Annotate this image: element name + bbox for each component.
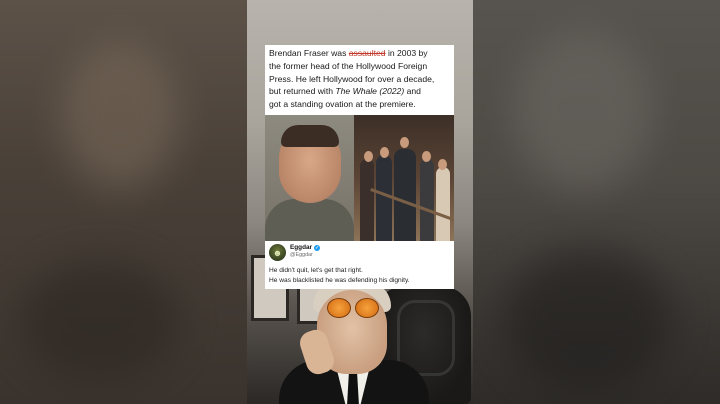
blurred-background-right xyxy=(473,0,720,404)
audience-head xyxy=(364,151,373,162)
tweet-author[interactable]: Eggdar ✓ xyxy=(290,244,321,251)
author-name[interactable]: Eggdar xyxy=(290,244,312,251)
audience-figure xyxy=(436,167,450,241)
audience-head xyxy=(380,147,389,158)
article-line: got a standing ovation at the premiere. xyxy=(269,99,416,110)
blurred-background-left xyxy=(0,0,247,404)
article-line: Press. He left Hollywood for over a deca… xyxy=(269,73,435,84)
audience-head xyxy=(422,151,431,162)
avatar[interactable]: ☻ xyxy=(269,244,286,261)
article-card: Brendan Fraser was assaulted in 2003 by … xyxy=(265,45,454,115)
article-text: Brendan Fraser was xyxy=(269,48,349,58)
article-text: in 2003 by xyxy=(385,48,428,58)
photo-hair xyxy=(281,125,339,147)
sunglasses-lens-left xyxy=(327,298,351,318)
avatar-icon: ☻ xyxy=(272,247,283,258)
audience-figure xyxy=(360,159,374,241)
article-line: the former head of the Hollywood Foreign xyxy=(269,60,428,71)
tweet-text-line: He didn't quit, let's get that right. xyxy=(269,267,363,274)
premiere-photo xyxy=(354,115,454,241)
tweet-text-line: He was blacklisted he was defending his … xyxy=(269,277,410,284)
article-line: but returned with The Whale (2022) and xyxy=(269,85,450,98)
verified-badge-icon: ✓ xyxy=(314,245,321,251)
tweet-card[interactable]: ☻ Eggdar ✓ @Eggdar He didn't quit, let's … xyxy=(265,241,454,289)
audience-head xyxy=(438,159,447,170)
article-text: and xyxy=(404,86,421,97)
strikethrough-word: assaulted xyxy=(348,48,386,58)
sunglasses-lens-right xyxy=(355,298,379,318)
movie-title: The Whale (2022) xyxy=(335,86,405,97)
photo-strip xyxy=(265,115,454,241)
standing-man xyxy=(394,149,416,241)
audience-figure xyxy=(420,159,434,241)
photo-body xyxy=(265,199,354,241)
standing-man-head xyxy=(400,137,409,148)
portrait-photo xyxy=(265,115,354,241)
article-line: Brendan Fraser was assaulted in 2003 by xyxy=(269,47,450,60)
author-handle[interactable]: @Eggdar xyxy=(290,252,313,258)
article-text: but returned with xyxy=(269,86,336,97)
